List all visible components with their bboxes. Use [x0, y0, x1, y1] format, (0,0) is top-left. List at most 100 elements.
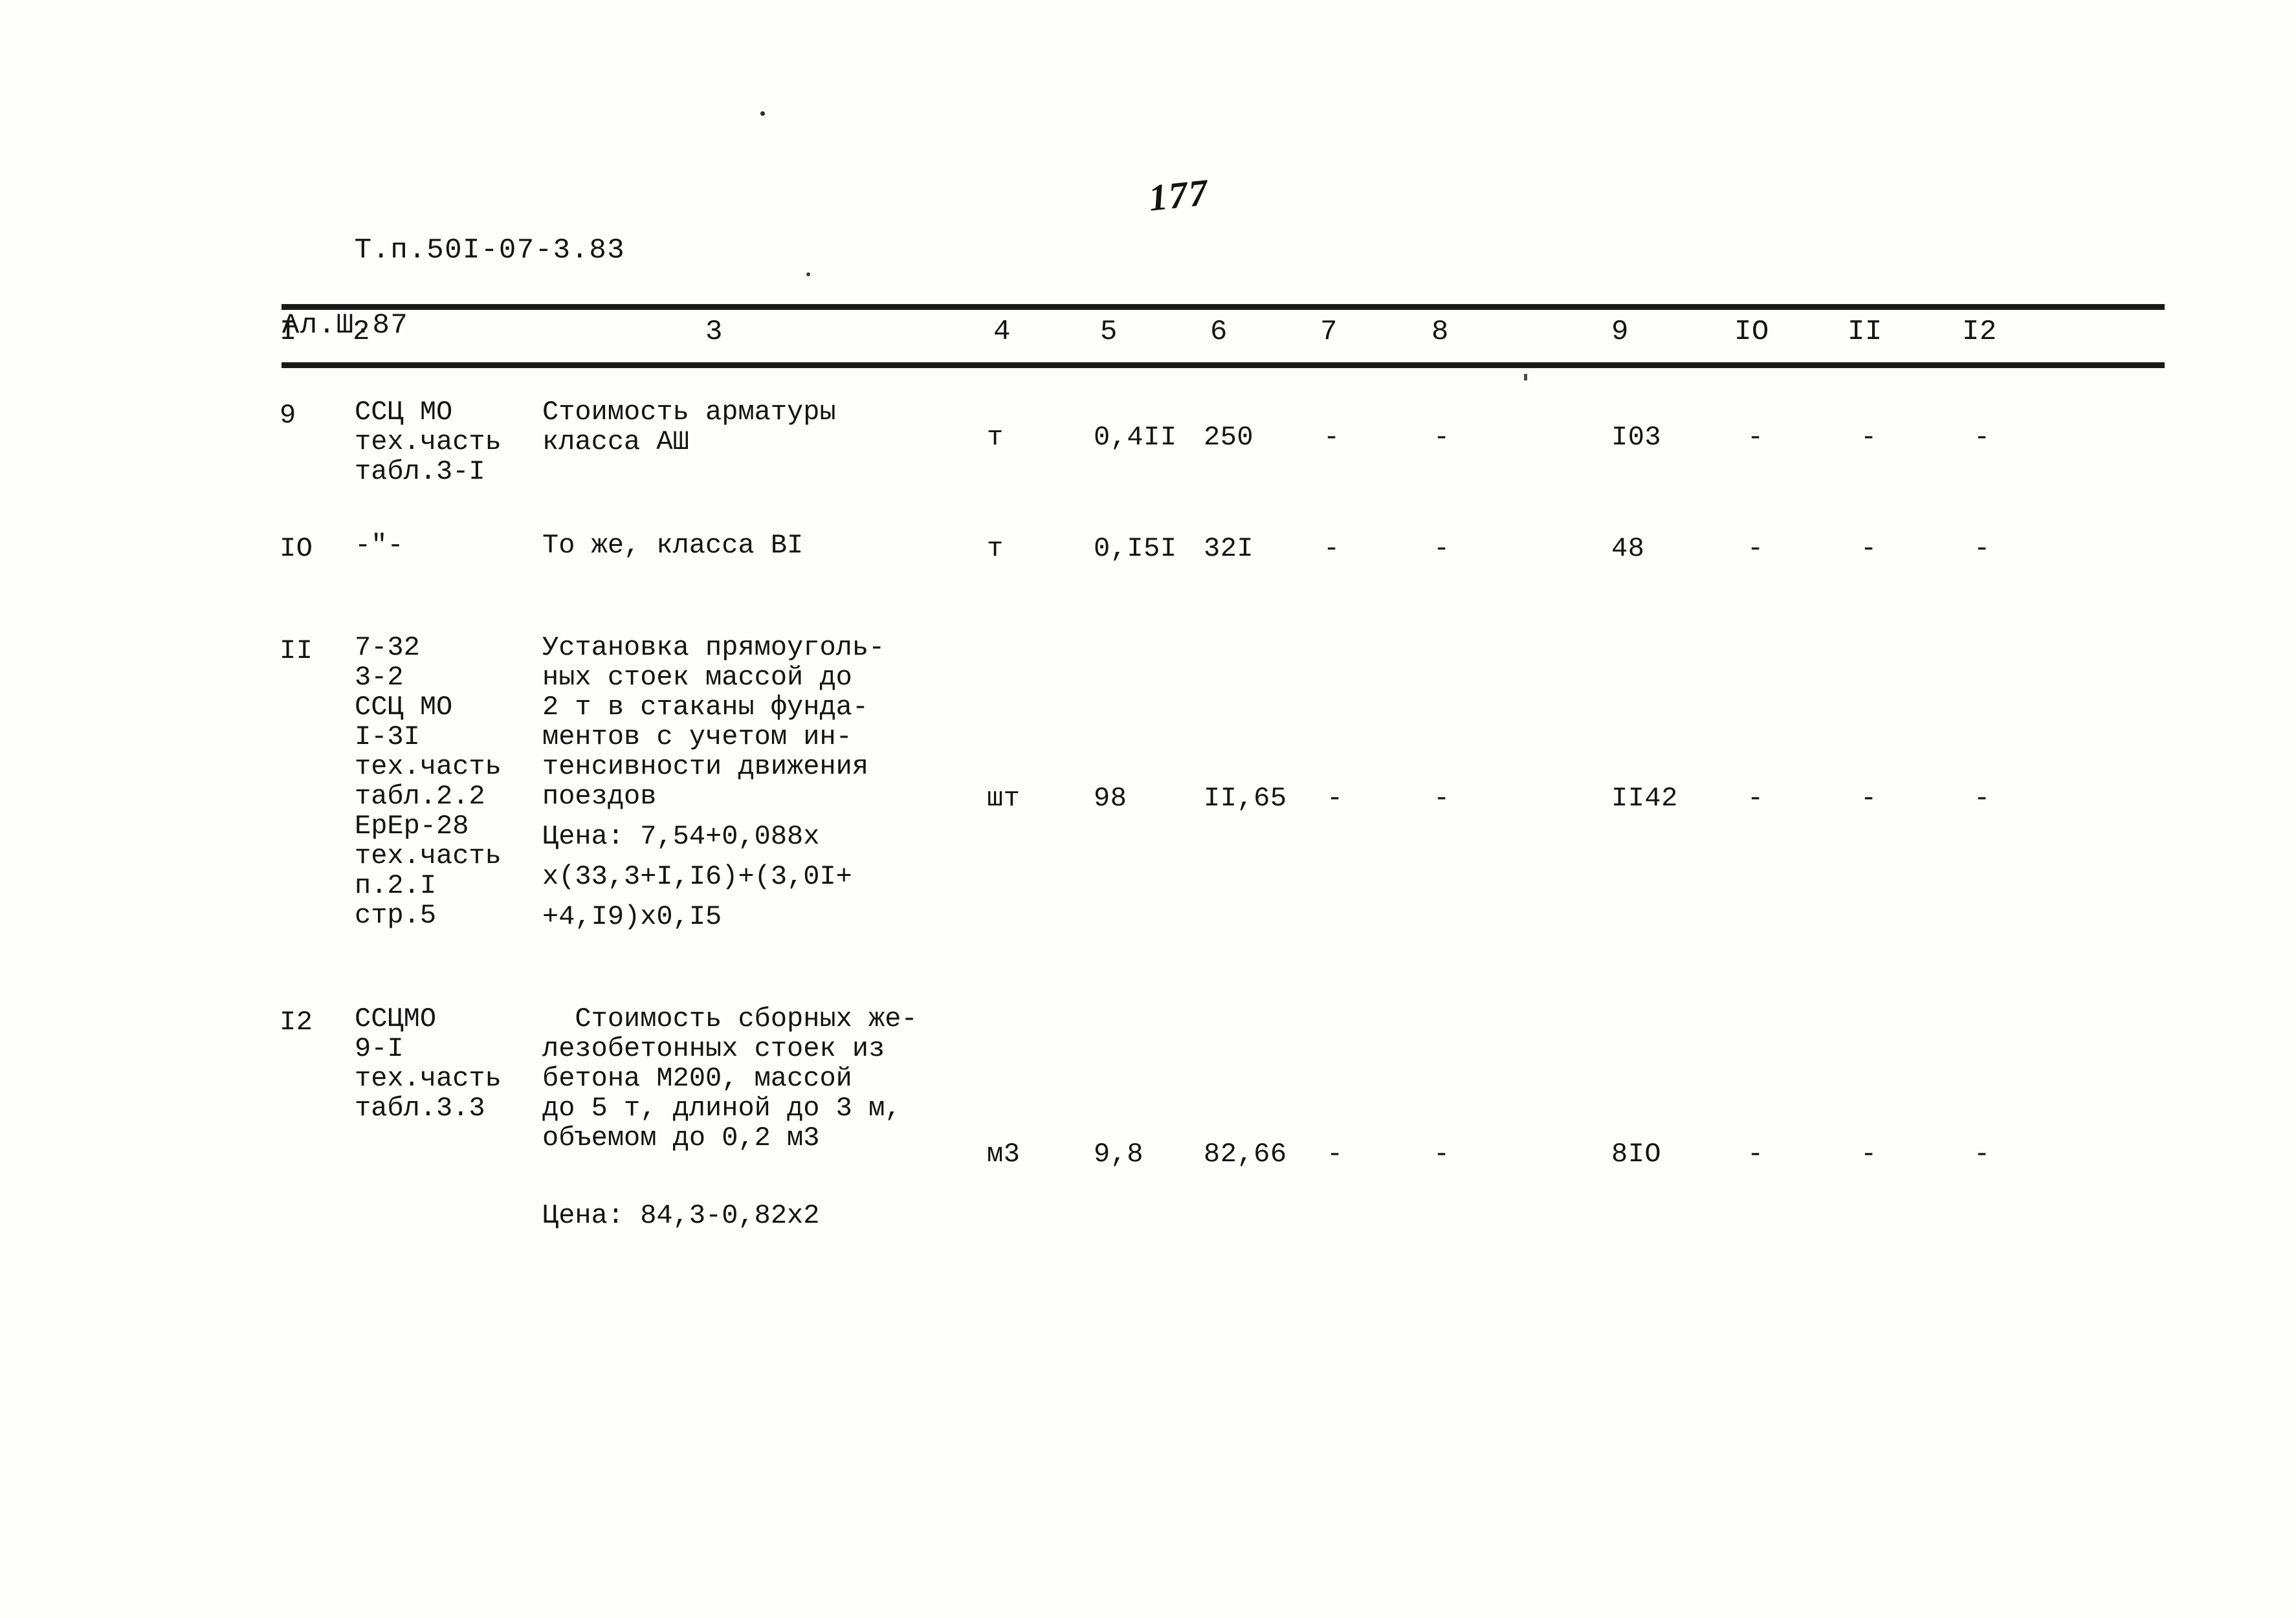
- row-value-6: 32I: [1204, 533, 1254, 564]
- scan-artifact-dot: [806, 272, 810, 276]
- row-value-5: 98: [1094, 783, 1127, 814]
- column-header-12: I2: [1962, 316, 1997, 348]
- row-description: Стоимость сборных же- лезобетонных стоек…: [542, 1004, 918, 1153]
- formula-line: +4,I9)х0,I5: [542, 901, 722, 932]
- page-number: 177: [1146, 171, 1211, 219]
- code-line: 3-2: [355, 662, 404, 693]
- document-page: Т.п.50I-07-3.83 Ал.Ш.87 177 I 2 3 4 5 6 …: [0, 0, 2296, 1618]
- column-header-11: II: [1848, 316, 1882, 348]
- row-value-10: -: [1747, 783, 1764, 814]
- column-header-3: 3: [705, 316, 723, 348]
- row-value-6: II,65: [1204, 783, 1287, 814]
- row-description: То же, класса ВI: [542, 530, 803, 560]
- column-header-7: 7: [1320, 316, 1338, 348]
- desc-line: Стоимость арматуры: [542, 397, 836, 428]
- row-code-reference: ССЦ МО тех.часть табл.3-I: [355, 397, 502, 486]
- code-line: тех.часть: [355, 1063, 502, 1094]
- code-line: 9-I: [355, 1033, 404, 1064]
- column-header-5: 5: [1100, 316, 1118, 348]
- row-value-7: -: [1327, 1139, 1343, 1170]
- formula-line: х(33,3+I,I6)+(3,0I+: [542, 861, 852, 892]
- table-rule-top: [281, 304, 2165, 310]
- desc-line: 2 т в стаканы фунда-: [542, 692, 869, 723]
- row-value-8: -: [1433, 783, 1450, 814]
- row-value-10: -: [1747, 533, 1764, 564]
- code-line: ССЦ МО: [355, 397, 453, 428]
- desc-line: Стоимость сборных же-: [542, 1003, 918, 1034]
- desc-line: тенсивности движения: [542, 751, 869, 782]
- row-description: Стоимость арматуры класса АШ: [542, 397, 836, 457]
- row-price-formula: Цена: 84,3-0,82х2: [542, 1196, 819, 1236]
- column-header-10: IO: [1734, 316, 1769, 348]
- column-header-8: 8: [1431, 316, 1449, 348]
- code-line: табл.3.3: [355, 1093, 485, 1124]
- code-line: стр.5: [355, 900, 437, 931]
- desc-line: То же, класса ВI: [542, 530, 804, 561]
- row-value-5: 0,I5I: [1094, 533, 1177, 564]
- desc-line: до 5 т, длиной до 3 м,: [542, 1093, 901, 1124]
- row-value-9: I03: [1611, 422, 1662, 453]
- row-value-11: -: [1860, 533, 1877, 564]
- scan-artifact-mark: [1524, 374, 1527, 380]
- code-line: тех.часть: [355, 751, 502, 782]
- row-value-10: -: [1747, 1139, 1764, 1170]
- table-rule-bottom: [281, 362, 2165, 368]
- code-line: -"-: [355, 530, 404, 561]
- desc-line: ных стоек массой до: [542, 662, 852, 693]
- code-line: п.2.I: [355, 870, 437, 901]
- row-value-12: -: [1974, 533, 1991, 564]
- row-value-11: -: [1860, 783, 1877, 814]
- row-number: 9: [280, 400, 296, 431]
- code-line: ЕрЕр-28: [355, 811, 469, 842]
- row-price-formula: Цена: 7,54+0,088х х(33,3+I,I6)+(3,0I+ +4…: [542, 816, 852, 937]
- row-unit: т: [987, 533, 1004, 564]
- formula-line: Цена: 7,54+0,088х: [542, 821, 820, 852]
- row-value-5: 0,4II: [1094, 422, 1177, 453]
- formula-line: Цена: 84,3-0,82х2: [542, 1200, 820, 1231]
- column-header-4: 4: [993, 316, 1011, 348]
- row-value-7: -: [1323, 422, 1340, 453]
- row-value-8: -: [1433, 1139, 1450, 1170]
- row-value-9: 8IO: [1611, 1139, 1662, 1170]
- column-header-1: I: [280, 316, 297, 348]
- row-value-11: -: [1860, 1139, 1877, 1170]
- code-line: I-3I: [355, 721, 420, 752]
- desc-line: класса АШ: [542, 426, 689, 457]
- row-value-12: -: [1974, 1139, 1991, 1170]
- desc-line: ментов с учетом ин-: [542, 721, 852, 752]
- row-value-12: -: [1974, 422, 1991, 453]
- row-number: II: [280, 635, 313, 666]
- desc-line: бетона М200, массой: [542, 1063, 852, 1094]
- row-value-8: -: [1433, 533, 1450, 564]
- code-line: ССЦ МО: [355, 692, 453, 723]
- column-header-9: 9: [1611, 316, 1629, 348]
- row-number: I2: [280, 1007, 313, 1038]
- row-value-9: 48: [1611, 533, 1645, 564]
- code-line: табл.3-I: [355, 456, 485, 487]
- row-number: IO: [280, 533, 313, 564]
- row-description: Установка прямоуголь- ных стоек массой д…: [542, 633, 885, 811]
- desc-line: объемом до 0,2 м3: [542, 1122, 820, 1153]
- document-code-line2: Ал.Ш.87: [282, 309, 409, 342]
- row-value-5: 9,8: [1094, 1139, 1144, 1170]
- scan-artifact-dot: [760, 111, 765, 116]
- row-value-8: -: [1433, 422, 1450, 453]
- row-unit: м3: [987, 1139, 1021, 1170]
- code-line: 7-32: [355, 632, 420, 663]
- row-value-10: -: [1747, 422, 1764, 453]
- row-value-11: -: [1860, 422, 1877, 453]
- code-line: тех.часть: [355, 426, 502, 457]
- row-code-reference: -"-: [355, 530, 404, 560]
- code-line: табл.2.2: [355, 781, 485, 812]
- code-line: ССЦМО: [355, 1003, 437, 1034]
- row-code-reference: ССЦМО 9-I тех.часть табл.3.3: [355, 1004, 502, 1123]
- row-value-6: 82,66: [1204, 1139, 1287, 1170]
- column-header-2: 2: [353, 316, 370, 348]
- desc-line: Установка прямоуголь-: [542, 632, 885, 663]
- row-code-reference: 7-32 3-2 ССЦ МО I-3I тех.часть табл.2.2 …: [355, 633, 502, 930]
- row-unit: т: [987, 422, 1004, 453]
- document-code-line1: Т.п.50I-07-3.83: [354, 234, 626, 267]
- row-value-7: -: [1323, 533, 1340, 564]
- code-line: тех.часть: [355, 840, 502, 871]
- desc-line: лезобетонных стоек из: [542, 1033, 885, 1064]
